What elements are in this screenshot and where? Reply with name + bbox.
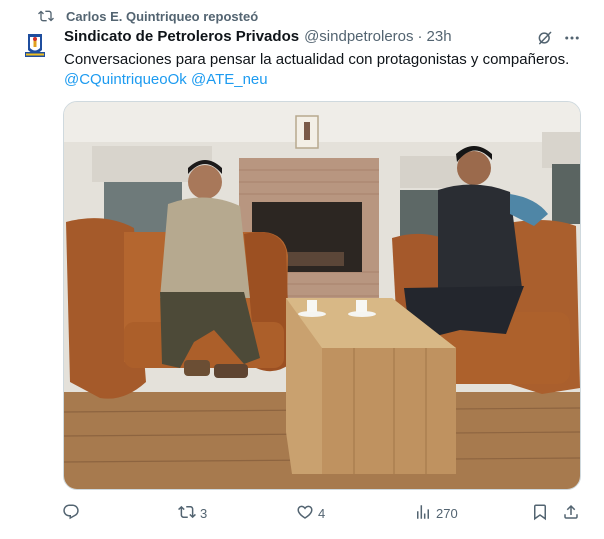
author-handle[interactable]: @sindpetroleros — [304, 28, 413, 45]
tweet-photo[interactable] — [63, 101, 581, 490]
repost-icon — [38, 7, 56, 25]
repost-text: Carlos E. Quintriqueo reposteó — [66, 8, 259, 24]
grok-icon[interactable] — [536, 29, 554, 47]
mention-link[interactable]: @CQuintriqueoOk — [64, 71, 187, 88]
retweet-button[interactable]: 3 — [178, 502, 207, 524]
bookmark-button[interactable] — [531, 502, 549, 524]
share-icon — [562, 503, 580, 524]
share-button[interactable] — [562, 502, 580, 524]
tweet-timestamp[interactable]: 23h — [427, 28, 452, 45]
like-button[interactable]: 4 — [296, 502, 325, 524]
bookmark-icon — [531, 503, 549, 524]
repost-indicator[interactable]: Carlos E. Quintriqueo reposteó — [38, 6, 258, 26]
author-avatar[interactable] — [19, 30, 51, 62]
tweet-text: Conversaciones para pensar la actualidad… — [64, 50, 584, 90]
retweet-count: 3 — [200, 505, 208, 521]
author-name[interactable]: Sindicato de Petroleros Privados — [64, 28, 299, 45]
more-options-icon[interactable] — [563, 29, 581, 47]
views-icon — [414, 503, 432, 524]
like-count: 4 — [318, 505, 326, 521]
separator-dot: · — [417, 28, 423, 45]
reply-icon — [62, 503, 80, 524]
views-count: 270 — [436, 505, 458, 521]
mention-link[interactable]: @ATE_neu — [191, 71, 268, 88]
reply-button[interactable] — [62, 502, 84, 524]
tweet-actions: 3 4 270 — [62, 502, 592, 524]
tweet-header: Sindicato de Petroleros Privados @sindpe… — [64, 28, 452, 48]
retweet-icon — [178, 503, 196, 524]
heart-icon — [296, 503, 314, 524]
tweet-body: Conversaciones para pensar la actualidad… — [64, 51, 570, 68]
views-button[interactable]: 270 — [414, 502, 458, 524]
photo-illustration — [64, 102, 580, 489]
